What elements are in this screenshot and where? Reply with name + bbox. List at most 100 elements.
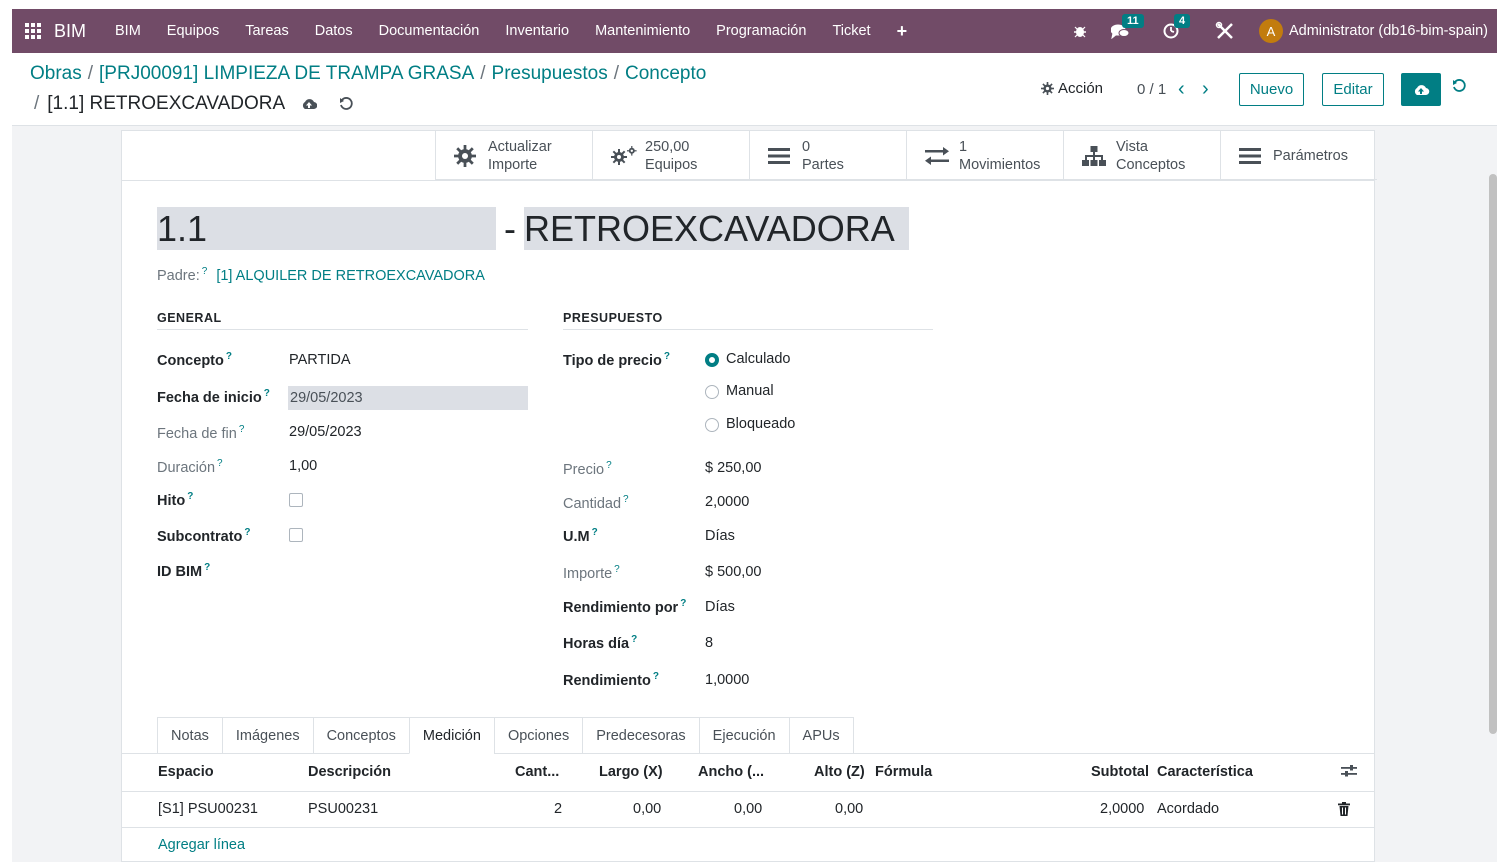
- column-header-caracteristica[interactable]: Característica: [1157, 764, 1253, 780]
- tab-imagenes[interactable]: Imágenes: [221, 717, 313, 754]
- column-header-subtotal[interactable]: Subtotal: [1091, 764, 1149, 780]
- parent-field: Padre:? [1] ALQUILER DE RETROEXCAVADORA: [157, 266, 485, 284]
- movements-label: Movimientos: [959, 156, 1041, 173]
- cell-caracteristica[interactable]: Acordado: [1157, 801, 1219, 817]
- cell-espacio[interactable]: [S1] PSU00231: [158, 801, 258, 817]
- tab-opciones[interactable]: Opciones: [493, 717, 583, 754]
- breadcrumb-presupuestos[interactable]: Presupuestos: [492, 63, 608, 84]
- pager-value[interactable]: 0 / 1: [1137, 81, 1166, 98]
- help-tooltip[interactable]: ?: [202, 266, 208, 277]
- bars-icon: [1239, 147, 1267, 165]
- cell-subtotal[interactable]: 2,0000: [1100, 801, 1144, 817]
- radio-manual[interactable]: [705, 385, 719, 399]
- parent-link[interactable]: [1] ALQUILER DE RETROEXCAVADORA: [216, 268, 485, 284]
- code-input[interactable]: 1.1: [157, 207, 496, 250]
- user-avatar[interactable]: A: [1258, 19, 1283, 43]
- menu-item-equipos[interactable]: Equipos: [154, 23, 232, 39]
- debug-tools-icon[interactable]: [1215, 21, 1235, 41]
- column-header-descripcion[interactable]: Descripción: [308, 764, 391, 780]
- column-header-cantidad[interactable]: Cant...: [515, 764, 559, 780]
- column-header-espacio[interactable]: Espacio: [158, 764, 214, 780]
- user-menu[interactable]: Administrator (db16-bim-spain): [1289, 23, 1488, 39]
- cell-ancho[interactable]: 0,00: [734, 801, 762, 817]
- cell-alto[interactable]: 0,00: [835, 801, 863, 817]
- column-header-formula[interactable]: Fórmula: [875, 764, 932, 780]
- horas-dia-label: Horas día?: [563, 634, 638, 652]
- tab-conceptos[interactable]: Conceptos: [312, 717, 409, 754]
- name-input[interactable]: RETROEXCAVADORA: [524, 207, 909, 250]
- tab-medicion[interactable]: Medición: [408, 717, 494, 754]
- gears-icon: [611, 145, 639, 167]
- column-header-ancho[interactable]: Ancho (...: [698, 764, 764, 780]
- save-button[interactable]: [1401, 73, 1441, 106]
- trash-icon[interactable]: [1338, 802, 1350, 820]
- tipo-precio-label: Tipo de precio?: [563, 351, 670, 369]
- menu-item-mantenimiento[interactable]: Mantenimiento: [582, 23, 703, 39]
- cloud-upload-icon[interactable]: [301, 97, 318, 111]
- parts-button[interactable]: 0 Partes: [749, 131, 906, 180]
- new-button[interactable]: Nuevo: [1239, 73, 1304, 106]
- equipment-button[interactable]: 250,00 Equipos: [592, 131, 749, 180]
- tab-predecesoras[interactable]: Predecesoras: [582, 717, 699, 754]
- cell-descripcion[interactable]: PSU00231: [308, 801, 378, 817]
- pager-next-icon[interactable]: ›: [1202, 78, 1209, 101]
- equipment-label: Equipos: [645, 156, 698, 173]
- action-label: Acción: [1058, 80, 1104, 97]
- breadcrumb-separator: /: [480, 63, 486, 84]
- cell-cantidad[interactable]: 2: [554, 801, 562, 817]
- breadcrumb-current-row: / [1.1] RETROEXCAVADORA: [34, 93, 353, 115]
- radio-calculado-label[interactable]: Calculado: [726, 351, 791, 367]
- breadcrumb-project[interactable]: [PRJ00091] LIMPIEZA DE TRAMPA GRASA: [99, 63, 474, 84]
- pager-previous-icon[interactable]: ‹: [1178, 78, 1185, 101]
- edit-button[interactable]: Editar: [1322, 73, 1384, 106]
- concepto-value: PARTIDA: [289, 352, 351, 368]
- menu-item-tareas[interactable]: Tareas: [232, 23, 302, 39]
- horas-dia-value: 8: [705, 635, 714, 651]
- discard-button[interactable]: [1452, 79, 1466, 96]
- update-amount-button[interactable]: Actualizar Importe: [435, 131, 592, 180]
- app-brand[interactable]: BIM: [54, 21, 86, 42]
- column-header-alto[interactable]: Alto (Z): [814, 764, 865, 780]
- um-label: U.M?: [563, 527, 598, 545]
- tab-apus[interactable]: APUs: [788, 717, 854, 754]
- tab-notas[interactable]: Notas: [157, 717, 222, 754]
- menu-item-inventario[interactable]: Inventario: [492, 23, 582, 39]
- hito-checkbox[interactable]: [289, 493, 303, 507]
- apps-menu-icon[interactable]: [12, 9, 54, 53]
- action-menu-button[interactable]: Acción: [1041, 80, 1103, 97]
- messages-icon[interactable]: 11: [1110, 14, 1144, 39]
- optional-columns-icon[interactable]: [1341, 764, 1357, 782]
- undo-icon[interactable]: [339, 97, 353, 111]
- subcontrato-checkbox[interactable]: [289, 528, 303, 542]
- bug-icon[interactable]: [1073, 24, 1087, 38]
- parts-value: 0: [802, 138, 811, 155]
- precio-value: $ 250,00: [705, 460, 762, 476]
- menu-item-more-plus[interactable]: +: [884, 21, 921, 42]
- radio-bloqueado-label[interactable]: Bloqueado: [726, 416, 795, 432]
- cell-largo[interactable]: 0,00: [633, 801, 661, 817]
- gear-icon: [1041, 82, 1054, 95]
- concept-view-button[interactable]: Vista Conceptos: [1063, 131, 1220, 180]
- movements-button[interactable]: 1 Movimientos: [906, 131, 1063, 180]
- radio-calculado[interactable]: [705, 353, 719, 367]
- breadcrumb-concepto[interactable]: Concepto: [625, 63, 706, 84]
- page-scrollbar[interactable]: [1488, 126, 1497, 862]
- menu-item-documentacion[interactable]: Documentación: [366, 23, 493, 39]
- menu-item-datos[interactable]: Datos: [302, 23, 366, 39]
- parameters-button[interactable]: Parámetros: [1220, 131, 1377, 180]
- menu-item-ticket[interactable]: Ticket: [819, 23, 883, 39]
- radio-manual-label[interactable]: Manual: [726, 383, 774, 399]
- tab-ejecucion[interactable]: Ejecución: [698, 717, 789, 754]
- menu-item-bim[interactable]: BIM: [102, 23, 154, 39]
- bars-icon: [768, 147, 796, 165]
- column-header-largo[interactable]: Largo (X): [599, 764, 663, 780]
- menu-item-programacion[interactable]: Programación: [703, 23, 819, 39]
- activities-clock-icon[interactable]: 4: [1163, 14, 1191, 39]
- scrollbar-thumb[interactable]: [1489, 174, 1497, 734]
- undo-icon: [1453, 79, 1466, 92]
- add-line-link[interactable]: Agregar línea: [158, 837, 245, 853]
- duracion-label: Duración?: [157, 458, 223, 476]
- breadcrumb-obras[interactable]: Obras: [30, 63, 82, 84]
- fecha-inicio-input[interactable]: 29/05/2023: [288, 386, 528, 410]
- radio-bloqueado[interactable]: [705, 418, 719, 432]
